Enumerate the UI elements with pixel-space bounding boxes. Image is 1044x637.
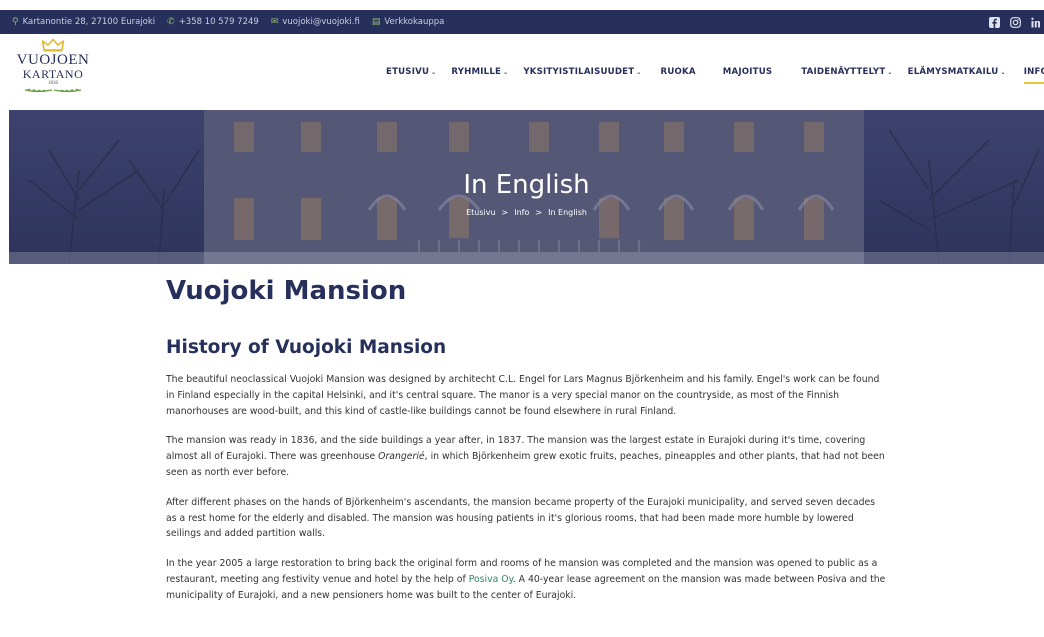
main-content: Vuojoki Mansion History of Vuojoki Mansi… (166, 274, 886, 604)
email-text: vuojoki@vuojoki.fi (282, 17, 360, 27)
crown-icon (41, 38, 65, 52)
content-heading: Vuojoki Mansion (166, 276, 407, 306)
logo-line-1: VUOJOEN (16, 52, 90, 68)
nav-item-ruoka[interactable]: RUOKA (661, 67, 696, 77)
paragraph-4: In the year 2005 a large restoration to … (166, 558, 886, 601)
posiva-link[interactable]: Posiva Oy (469, 574, 513, 585)
hero-banner: In English Etusivu > Info > In English (9, 110, 1044, 264)
instagram-icon[interactable] (1010, 16, 1021, 28)
nav-item-etusivu[interactable]: ETUSIVU ⌄ (386, 67, 436, 77)
shop-text: Verkkokauppa (384, 17, 445, 27)
location-pin-icon: ⚲ (12, 17, 19, 27)
nav-item-taidenayttelyt[interactable]: TAIDENÄYTTELYT ⌄ (801, 67, 892, 77)
paragraph-2: The mansion was ready in 1836, and the s… (166, 435, 885, 478)
nav-item-info[interactable]: INFO⌄ (1023, 67, 1044, 84)
shopping-basket-icon: ▤ (371, 17, 381, 27)
site-header: VUOJOEN KARTANO 1836 ETUSIVU ⌄ RYHMILLE ⌄ … (0, 34, 1044, 110)
chevron-down-icon: ⌄ (636, 69, 642, 76)
phone-text: +358 10 579 7249 (178, 17, 259, 27)
chevron-down-icon: ⌄ (1000, 69, 1006, 76)
logo-line-2: KARTANO (22, 67, 84, 81)
linkedin-icon[interactable] (1031, 17, 1040, 28)
envelope-icon: ✉ (270, 17, 279, 27)
social-links (989, 10, 1040, 34)
nav-item-ryhmille[interactable]: RYHMILLE ⌄ (451, 67, 508, 77)
facebook-icon[interactable] (989, 16, 1000, 28)
laurel-icon (24, 88, 82, 93)
shop-link[interactable]: ▤ Verkkokauppa (372, 17, 445, 27)
top-info-bar: ⚲ Kartanontie 28, 27100 Eurajoki ✆ +358 … (0, 10, 1044, 34)
nav-item-elamysmatkailu[interactable]: ELÄMYSMATKAILU ⌄ (908, 67, 1006, 77)
breadcrumb-etusivu[interactable]: Etusivu (466, 208, 495, 217)
chevron-down-icon: ⌄ (887, 69, 893, 76)
content-subheading: History of Vuojoki Mansion (166, 337, 447, 358)
chevron-down-icon: ⌄ (431, 69, 437, 76)
main-navigation: ETUSIVU ⌄ RYHMILLE ⌄ YKSITYISTILAISUUDET ⌄ … (386, 62, 1044, 84)
address-text: Kartanontie 28, 27100 Eurajoki (22, 17, 156, 27)
chevron-down-icon: ⌄ (503, 69, 509, 76)
breadcrumb-info[interactable]: Info (514, 208, 529, 217)
phone-icon: ✆ (167, 17, 175, 27)
paragraph-1: The beautiful neoclassical Vuojoki Mansi… (166, 374, 880, 417)
nav-item-yksityistilaisuudet[interactable]: YKSITYISTILAISUUDET ⌄ (523, 67, 641, 77)
breadcrumb: Etusivu > Info > In English (9, 208, 1044, 217)
breadcrumb-separator: > (535, 208, 543, 217)
phone-link[interactable]: ✆ +358 10 579 7249 (167, 17, 259, 27)
address-item: ⚲ Kartanontie 28, 27100 Eurajoki (12, 17, 155, 27)
email-link[interactable]: ✉ vuojoki@vuojoki.fi (271, 17, 360, 27)
breadcrumb-current: In English (548, 208, 587, 217)
page-title: In English (463, 170, 590, 200)
orangerie-emphasis: Orangerié (378, 451, 425, 463)
nav-item-majoitus[interactable]: MAJOITUS (723, 67, 773, 77)
site-logo[interactable]: VUOJOEN KARTANO 1836 (14, 38, 92, 104)
paragraph-3: After different phases on the hands of B… (166, 496, 876, 540)
breadcrumb-separator: > (501, 208, 509, 217)
